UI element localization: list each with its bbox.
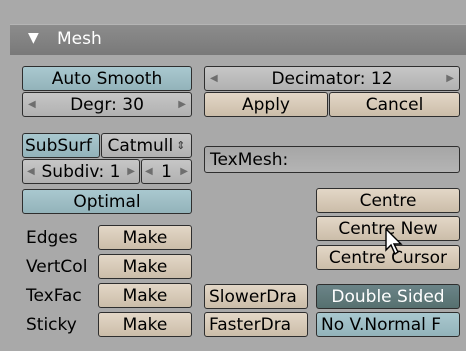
auto-smooth-toggle[interactable]: Auto Smooth — [22, 66, 192, 91]
slower-draw-button[interactable]: SlowerDra — [204, 284, 308, 309]
make-edges-button[interactable]: Make — [98, 225, 192, 250]
panel-header[interactable]: ▼ Mesh — [10, 24, 466, 55]
decimator-value: Decimator: 12 — [271, 68, 393, 89]
decrement-arrow-icon[interactable]: ◀ — [27, 160, 35, 183]
edges-label: Edges — [26, 228, 78, 248]
double-sided-toggle[interactable]: Double Sided — [316, 284, 460, 309]
cancel-button[interactable]: Cancel — [329, 92, 460, 117]
panel-title: Mesh — [57, 29, 102, 49]
make-sticky-button[interactable]: Make — [98, 312, 192, 337]
subsurf-type-value: Catmull — [107, 135, 174, 156]
decrement-arrow-icon[interactable]: ◀ — [210, 67, 218, 90]
decrement-arrow-icon[interactable]: ◀ — [28, 93, 36, 116]
make-vertcol-button[interactable]: Make — [98, 254, 192, 279]
increment-arrow-icon[interactable]: ▶ — [127, 160, 135, 183]
triangle-down-icon[interactable]: ▼ — [28, 30, 39, 46]
mouse-pointer-icon — [385, 228, 403, 256]
faster-draw-button[interactable]: FasterDra — [204, 312, 308, 337]
mesh-panel: ▼ Mesh Auto Smooth ◀ Degr: 30 ▶ ◀ Decima… — [0, 0, 466, 351]
increment-arrow-icon[interactable]: ▶ — [180, 160, 188, 183]
sticky-label: Sticky — [26, 315, 77, 335]
optimal-toggle[interactable]: Optimal — [22, 189, 192, 214]
degr-number-field[interactable]: ◀ Degr: 30 ▶ — [22, 92, 192, 117]
decimator-number-field[interactable]: ◀ Decimator: 12 ▶ — [204, 66, 460, 91]
updown-arrows-icon: ⇕ — [176, 139, 186, 152]
increment-arrow-icon[interactable]: ▶ — [178, 93, 186, 116]
subsurf-toggle[interactable]: SubSurf — [22, 133, 100, 158]
decrement-arrow-icon[interactable]: ◀ — [145, 160, 153, 183]
texmesh-label: TexMesh: — [210, 149, 289, 170]
subdiv-value: Subdiv: 1 — [41, 161, 121, 182]
texmesh-field[interactable]: TexMesh: — [204, 146, 460, 173]
apply-button[interactable]: Apply — [204, 92, 328, 117]
degr-value: Degr: 30 — [70, 94, 144, 115]
subsurf-type-select[interactable]: Catmull ⇕ — [101, 133, 192, 158]
increment-arrow-icon[interactable]: ▶ — [446, 67, 454, 90]
vertcol-label: VertCol — [26, 257, 88, 277]
centre-button[interactable]: Centre — [316, 188, 460, 213]
make-texfac-button[interactable]: Make — [98, 283, 192, 308]
render-level-value: 1 — [161, 161, 172, 182]
render-level-number-field[interactable]: ◀ 1 ▶ — [141, 159, 192, 184]
subdiv-number-field[interactable]: ◀ Subdiv: 1 ▶ — [22, 159, 140, 184]
no-vnormal-flip-toggle[interactable]: No V.Normal F — [316, 312, 460, 337]
texfac-label: TexFac — [26, 286, 82, 306]
